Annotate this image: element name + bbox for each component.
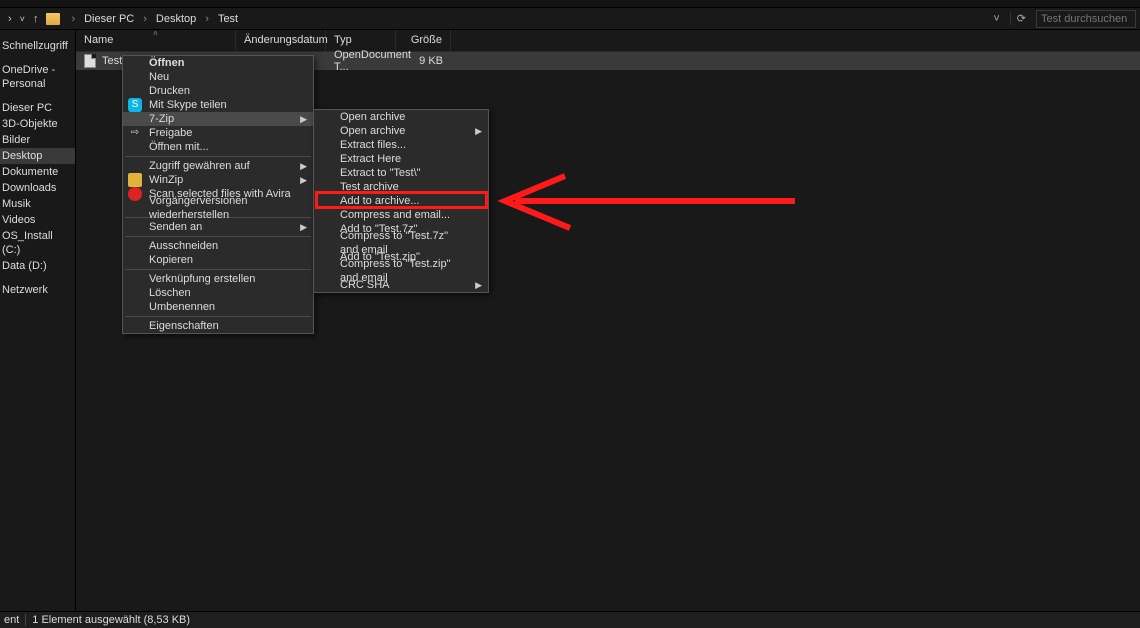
document-icon	[84, 54, 96, 68]
sidebar-item-onedrive[interactable]: OneDrive - Personal	[0, 62, 75, 92]
titlebar	[0, 0, 1140, 8]
column-date[interactable]: Änderungsdatum	[236, 30, 326, 51]
sidebar-item-network[interactable]: Netzwerk	[0, 282, 75, 298]
menu-delete[interactable]: Löschen	[123, 286, 313, 300]
column-type[interactable]: Typ	[326, 30, 396, 51]
status-count: ent	[4, 614, 19, 626]
menu-skype[interactable]: SMit Skype teilen	[123, 98, 313, 112]
column-name[interactable]: Name˄	[76, 30, 236, 51]
search-input[interactable]	[1036, 10, 1136, 28]
submenu-extractto[interactable]: Extract to "Test\"	[314, 166, 488, 180]
chevron-right-icon: ▶	[300, 159, 307, 173]
context-menu: Öffnen Neu Drucken SMit Skype teilen 7-Z…	[122, 55, 314, 334]
sidebar-item-data[interactable]: Data (D:)	[0, 258, 75, 274]
sidebar-item-thispc[interactable]: Dieser PC	[0, 100, 75, 116]
chevron-right-icon: ▶	[475, 124, 482, 138]
menu-winzip[interactable]: WinZip▶	[123, 173, 313, 187]
column-size[interactable]: Größe	[396, 30, 451, 51]
refresh-icon[interactable]: ⟳	[1010, 12, 1032, 25]
nav-up-icon[interactable]: ↑	[33, 13, 39, 25]
breadcrumb-expand-icon[interactable]: ˅	[987, 13, 1005, 25]
menu-copy[interactable]: Kopieren	[123, 253, 313, 267]
submenu-compress7zemail[interactable]: Compress to "Test.7z" and email	[314, 236, 488, 250]
menu-grantaccess[interactable]: Zugriff gewähren auf▶	[123, 159, 313, 173]
sidebar-item-music[interactable]: Musik	[0, 196, 75, 212]
status-selection: 1 Element ausgewählt (8,53 KB)	[32, 614, 190, 626]
skype-icon: S	[128, 98, 142, 112]
file-name: Test	[102, 55, 122, 67]
sidebar: Schnellzugriff OneDrive - Personal Diese…	[0, 30, 76, 611]
breadcrumb-test[interactable]: Test	[214, 11, 242, 27]
menu-openwith[interactable]: Öffnen mit...	[123, 140, 313, 154]
menu-sendto[interactable]: Senden an▶	[123, 220, 313, 234]
avira-icon	[128, 187, 142, 201]
nav-recent-icon[interactable]: ˅	[20, 14, 25, 24]
menu-properties[interactable]: Eigenschaften	[123, 319, 313, 333]
address-bar: › ˅ ↑ › Dieser PC › Desktop › Test ˅ ⟳	[0, 8, 1140, 30]
chevron-right-icon[interactable]: ›	[140, 13, 150, 25]
breadcrumb-desktop[interactable]: Desktop	[152, 11, 200, 27]
nav-forward-icon[interactable]: ›	[8, 13, 12, 25]
file-size-cell: 9 KB	[396, 55, 451, 67]
share-icon: ⇨	[128, 126, 142, 140]
breadcrumb-root[interactable]: Dieser PC	[80, 11, 138, 27]
column-headers: Name˄ Änderungsdatum Typ Größe	[76, 30, 1140, 52]
chevron-right-icon[interactable]: ›	[68, 13, 78, 25]
submenu-extracthere[interactable]: Extract Here	[314, 152, 488, 166]
chevron-right-icon[interactable]: ›	[202, 13, 212, 25]
chevron-right-icon: ▶	[300, 173, 307, 187]
winzip-icon	[128, 173, 142, 187]
submenu-testarchive[interactable]: Test archive	[314, 180, 488, 194]
menu-open[interactable]: Öffnen	[123, 56, 313, 70]
file-type-cell: OpenDocument T...	[326, 49, 396, 73]
folder-icon	[46, 13, 60, 25]
sort-asc-icon: ˄	[153, 29, 158, 38]
submenu-compressemail[interactable]: Compress and email...	[314, 208, 488, 222]
menu-cut[interactable]: Ausschneiden	[123, 239, 313, 253]
sidebar-item-videos[interactable]: Videos	[0, 212, 75, 228]
menu-shortcut[interactable]: Verknüpfung erstellen	[123, 272, 313, 286]
sidebar-item-osinstall[interactable]: OS_Install (C:)	[0, 228, 75, 258]
submenu-addtoarchive[interactable]: Add to archive...	[314, 194, 488, 208]
sidebar-item-documents[interactable]: Dokumente	[0, 164, 75, 180]
menu-share[interactable]: ⇨Freigabe	[123, 126, 313, 140]
submenu-openarchive[interactable]: Open archive	[314, 110, 488, 124]
submenu-compresszipemail[interactable]: Compress to "Test.zip" and email	[314, 264, 488, 278]
menu-7zip[interactable]: 7-Zip▶	[123, 112, 313, 126]
sidebar-item-desktop[interactable]: Desktop	[0, 148, 75, 164]
menu-new[interactable]: Neu	[123, 70, 313, 84]
status-bar: ent 1 Element ausgewählt (8,53 KB)	[0, 611, 1140, 628]
sidebar-item-3dobjects[interactable]: 3D-Objekte	[0, 116, 75, 132]
sidebar-item-downloads[interactable]: Downloads	[0, 180, 75, 196]
submenu-extractfiles[interactable]: Extract files...	[314, 138, 488, 152]
sidebar-item-quickaccess[interactable]: Schnellzugriff	[0, 38, 75, 54]
chevron-right-icon: ▶	[475, 278, 482, 292]
sidebar-item-pictures[interactable]: Bilder	[0, 132, 75, 148]
search-box	[1036, 10, 1136, 28]
submenu-crcsha[interactable]: CRC SHA▶	[314, 278, 488, 292]
nav-arrows: › ˅ ↑	[4, 13, 42, 25]
submenu-openarchive-as[interactable]: Open archive▶	[314, 124, 488, 138]
menu-rename[interactable]: Umbenennen	[123, 300, 313, 314]
breadcrumb: › Dieser PC › Desktop › Test ˅	[64, 11, 1005, 27]
chevron-right-icon: ▶	[300, 220, 307, 234]
submenu-7zip: Open archive Open archive▶ Extract files…	[313, 109, 489, 293]
chevron-right-icon: ▶	[300, 112, 307, 126]
menu-previousversions[interactable]: Vorgängerversionen wiederherstellen	[123, 201, 313, 215]
menu-print[interactable]: Drucken	[123, 84, 313, 98]
